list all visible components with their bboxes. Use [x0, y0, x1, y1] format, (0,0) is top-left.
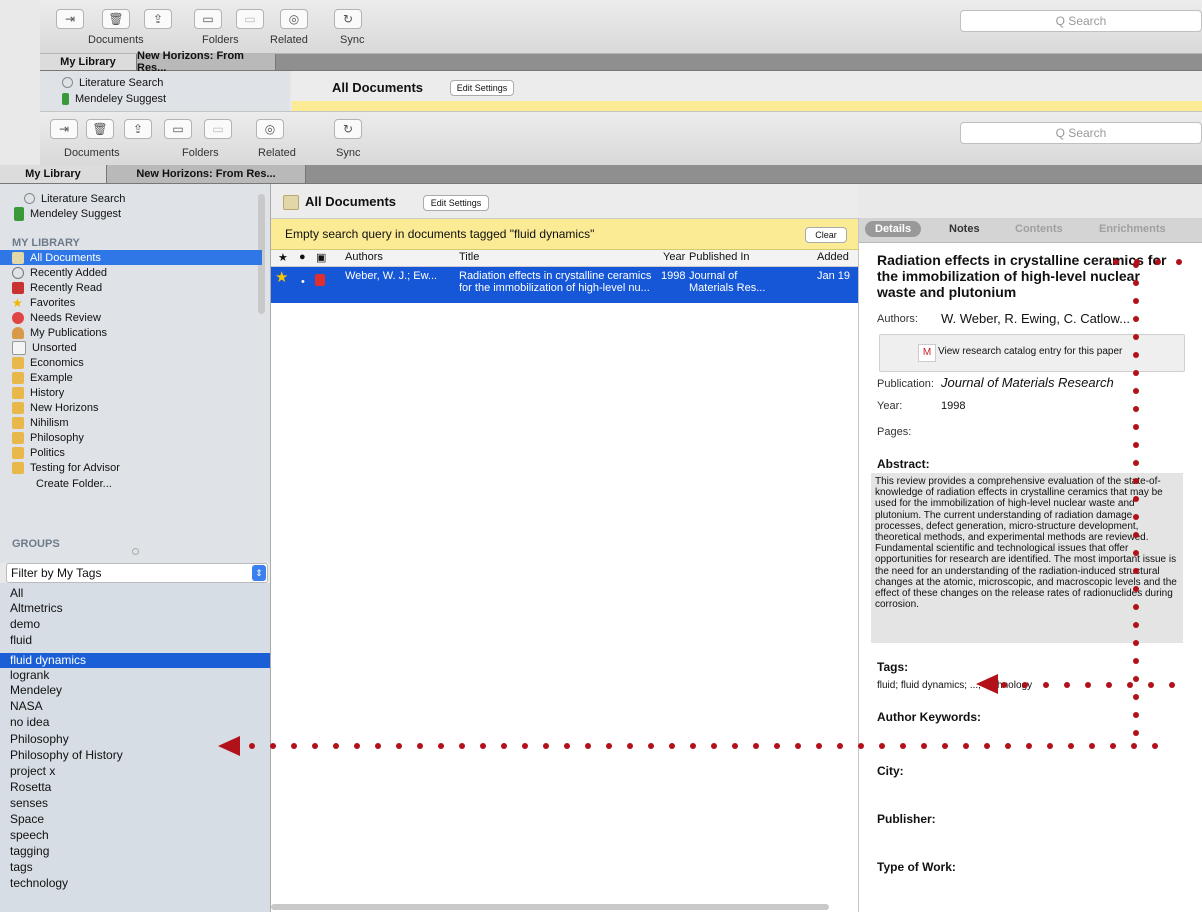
annotation-dot: [606, 743, 612, 749]
annotation-dot: [1133, 370, 1139, 376]
annotation-dot: [963, 743, 969, 749]
annotation-dot: [690, 743, 696, 749]
annotation-dot: [1133, 388, 1139, 394]
annotation-dot: [291, 743, 297, 749]
annotation-dot: [396, 743, 402, 749]
annotation-dot: [648, 743, 654, 749]
annotation-dot: [501, 743, 507, 749]
annotation-dot: [1026, 743, 1032, 749]
annotation-dot: [1176, 259, 1182, 265]
annotation-dot: [1113, 259, 1119, 265]
annotation-dot: [1133, 532, 1139, 538]
annotation-dots: [249, 259, 1182, 749]
annotation-dot: [417, 743, 423, 749]
annotation-dot: [1133, 352, 1139, 358]
annotation-dot: [1068, 743, 1074, 749]
annotation-dot: [627, 743, 633, 749]
annotation-dot: [354, 743, 360, 749]
annotation-dot: [921, 743, 927, 749]
annotation-dot: [753, 743, 759, 749]
annotation-dot: [1133, 280, 1139, 286]
annotation-arrowhead-tags: [976, 674, 998, 694]
annotation-overlay: [218, 259, 1182, 756]
annotation-dot: [1127, 682, 1133, 688]
annotation-dot: [438, 743, 444, 749]
annotation-dot: [711, 743, 717, 749]
annotation-dot: [984, 743, 990, 749]
annotation-dot: [1133, 298, 1139, 304]
annotation-dot: [1064, 682, 1070, 688]
annotation-dot: [270, 743, 276, 749]
annotation-dot: [1110, 743, 1116, 749]
annotation-dot: [1133, 676, 1139, 682]
annotation-dot: [312, 743, 318, 749]
annotation-dot: [732, 743, 738, 749]
annotation-dot: [1131, 743, 1137, 749]
annotation-dot: [1133, 658, 1139, 664]
annotation-dot: [1133, 496, 1139, 502]
annotation-dot: [1155, 259, 1161, 265]
annotation-dot: [1133, 424, 1139, 430]
annotation-dot: [1133, 514, 1139, 520]
annotation-dot: [1133, 586, 1139, 592]
annotation-dot: [1133, 478, 1139, 484]
annotation-dot: [522, 743, 528, 749]
annotation-dot: [879, 743, 885, 749]
annotation-dot: [585, 743, 591, 749]
annotation-arrowhead-left: [218, 736, 240, 756]
annotation-dot: [1133, 712, 1139, 718]
annotation-dot: [1133, 604, 1139, 610]
annotation-dot: [1134, 259, 1140, 265]
annotation-dot: [1133, 406, 1139, 412]
annotation-dot: [942, 743, 948, 749]
annotation-dot: [1133, 694, 1139, 700]
annotation-dot: [816, 743, 822, 749]
annotation-dot: [1133, 316, 1139, 322]
annotation-dot: [1089, 743, 1095, 749]
annotation-dot: [375, 743, 381, 749]
annotation-dot: [1169, 682, 1175, 688]
annotation-dot: [249, 743, 255, 749]
annotation-dot: [1133, 568, 1139, 574]
annotation-dot: [795, 743, 801, 749]
annotation-dot: [837, 743, 843, 749]
annotation-dot: [1133, 550, 1139, 556]
annotation-dot: [1005, 743, 1011, 749]
annotation-dot: [1133, 334, 1139, 340]
annotation-dot: [543, 743, 549, 749]
annotation-dot: [480, 743, 486, 749]
annotation-dot: [1043, 682, 1049, 688]
annotation-dot: [1133, 730, 1139, 736]
annotation-dot: [1152, 743, 1158, 749]
annotation-dot: [1106, 682, 1112, 688]
annotation-dot: [1022, 682, 1028, 688]
annotation-dot: [669, 743, 675, 749]
annotation-dot: [1133, 640, 1139, 646]
annotation-dot: [1085, 682, 1091, 688]
annotation-dot: [1133, 442, 1139, 448]
annotation-dot: [333, 743, 339, 749]
annotation-dot: [1001, 682, 1007, 688]
annotation-dot: [900, 743, 906, 749]
annotation-dot: [1047, 743, 1053, 749]
annotation-dot: [858, 743, 864, 749]
annotation-dot: [564, 743, 570, 749]
annotation-dot: [774, 743, 780, 749]
annotation-dot: [459, 743, 465, 749]
annotation-dot: [1133, 622, 1139, 628]
annotation-dot: [1133, 460, 1139, 466]
annotation-dot: [1148, 682, 1154, 688]
